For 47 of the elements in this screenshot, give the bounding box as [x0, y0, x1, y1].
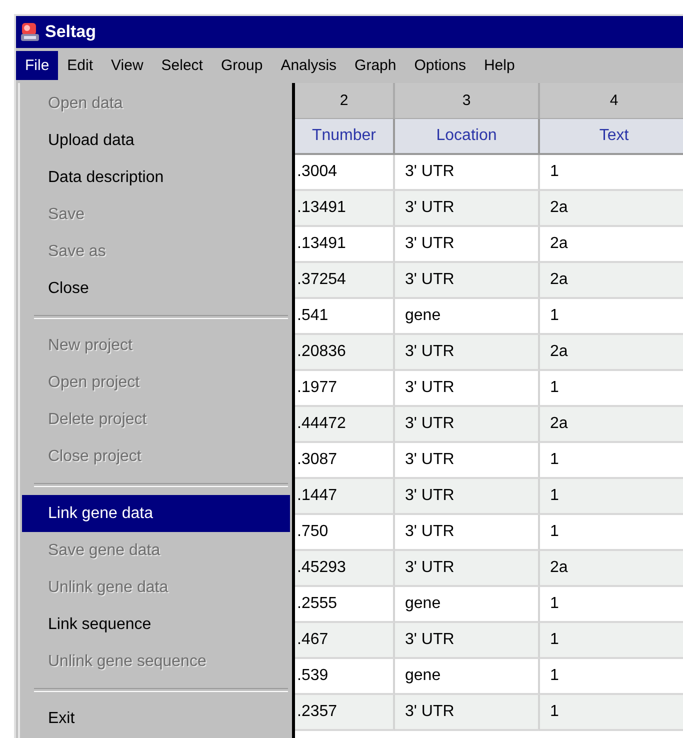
column-number: 3 [395, 83, 540, 119]
menu-item[interactable]: File [16, 51, 58, 80]
table-cell: 3' UTR [395, 335, 540, 371]
menu-item[interactable]: Close [22, 270, 290, 307]
menu-item[interactable]: Options [405, 51, 475, 80]
menu-item[interactable]: Exit [22, 700, 290, 737]
menu-item[interactable]: Link sequence [22, 606, 290, 643]
table-cell: 1 [540, 695, 683, 731]
menu-item[interactable]: Group [212, 51, 272, 80]
table-cell: .37254 [295, 263, 395, 299]
table-cell: .45293 [295, 551, 395, 587]
app-icon [19, 21, 41, 43]
table-cell: 3' UTR [395, 695, 540, 731]
column-header[interactable]: Tnumber [295, 119, 395, 155]
column-number: 4 [540, 83, 683, 119]
table-cell: 3' UTR [395, 191, 540, 227]
menu-item[interactable]: Link gene data [22, 495, 290, 532]
table-cell: .1447 [295, 479, 395, 515]
menu-item[interactable]: Help [474, 51, 524, 80]
table-cell: .2357 [295, 695, 395, 731]
table-cell: 1 [540, 479, 683, 515]
table-cell: 3' UTR [395, 479, 540, 515]
column-header[interactable]: Text [540, 119, 683, 155]
table-cell: 3' UTR [395, 551, 540, 587]
table-cell: .20836 [295, 335, 395, 371]
table-cell: 2a [540, 191, 683, 227]
window-title: Seltag [45, 22, 96, 42]
table-cell: 1 [540, 623, 683, 659]
menu-item[interactable]: Graph [346, 51, 406, 80]
table-cell: .467 [295, 623, 395, 659]
table-cell: 2a [540, 335, 683, 371]
table-cell: 3' UTR [395, 263, 540, 299]
menu-item[interactable]: Select [152, 51, 212, 80]
table-cell: 3' UTR [395, 623, 540, 659]
table-cell: 3' UTR [395, 407, 540, 443]
menu-item[interactable]: Analysis [272, 51, 346, 80]
table-cell: .13491 [295, 191, 395, 227]
column-header[interactable]: Location [395, 119, 540, 155]
table-cell: .44472 [295, 407, 395, 443]
menu-item[interactable]: Edit [58, 51, 102, 80]
menu-item[interactable]: Data description [22, 159, 290, 196]
menu-item[interactable]: View [102, 51, 152, 80]
table-cell: 2a [540, 407, 683, 443]
table-cell: 2a [540, 263, 683, 299]
menu-item[interactable]: Upload data [22, 122, 290, 159]
table-cell: 2a [540, 551, 683, 587]
column-number: 2 [295, 83, 395, 119]
